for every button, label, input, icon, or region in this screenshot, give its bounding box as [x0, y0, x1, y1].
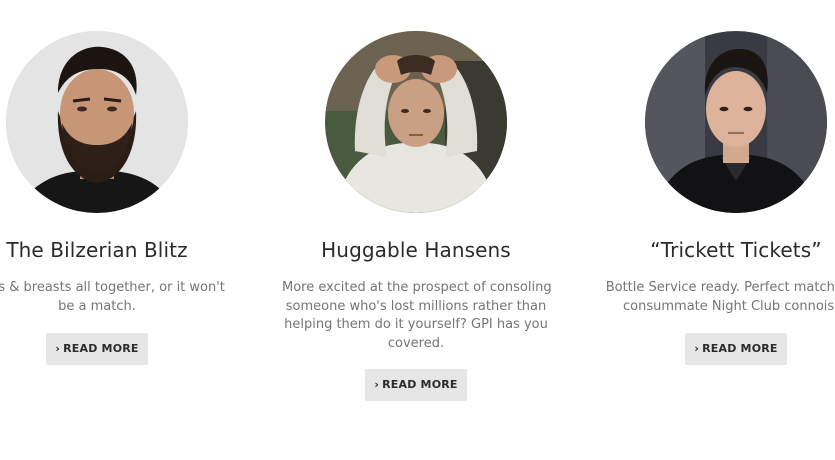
profile-name: Huggable Hansens: [321, 238, 511, 262]
avatar-trickett: [645, 31, 827, 213]
profile-name: The Bilzerian Blitz: [6, 238, 188, 262]
read-more-button[interactable]: › READ MORE: [46, 333, 148, 365]
description-line: Bottle Service ready. Perfect matches fo: [605, 280, 835, 295]
profile-description: More excited at the prospect of consolin…: [282, 279, 552, 353]
profile-name: “Trickett Tickets”: [650, 238, 822, 262]
description-line: boats & breasts all together, or it won'…: [0, 280, 225, 295]
profile-description: boats & breasts all together, or it won'…: [0, 279, 231, 316]
avatar-bilzerian: [6, 31, 188, 213]
avatar-hansen: [325, 31, 507, 213]
read-more-label: READ MORE: [702, 342, 778, 355]
chevron-right-icon: ›: [694, 342, 700, 355]
profile-description: Bottle Service ready. Perfect matches fo…: [602, 279, 835, 316]
description-line: be a match.: [58, 298, 136, 314]
portrait-image: [645, 31, 827, 213]
read-more-label: READ MORE: [63, 342, 139, 355]
chevron-right-icon: ›: [374, 378, 380, 391]
description-line: More excited at the prospect of consolin…: [282, 280, 552, 295]
description-line: helping them do it yourself? GPI has you: [284, 317, 548, 332]
read-more-button[interactable]: › READ MORE: [685, 333, 787, 365]
profiles-section: The Bilzerian Blitz boats & breasts all …: [0, 0, 835, 460]
read-more-label: READ MORE: [382, 378, 458, 391]
description-line: someone who's lost millions rather than: [285, 298, 547, 314]
portrait-image: [325, 31, 507, 213]
portrait-image: [6, 31, 188, 213]
description-line: consummate Night Club connoisse: [623, 298, 835, 314]
description-line: covered.: [387, 335, 445, 351]
read-more-button[interactable]: › READ MORE: [365, 369, 467, 401]
chevron-right-icon: ›: [55, 342, 61, 355]
